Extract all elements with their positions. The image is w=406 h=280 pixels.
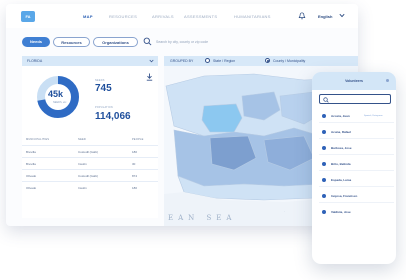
chevron-down-icon <box>149 59 154 63</box>
nav-humanitarians[interactable]: HUMANITARIANS <box>234 14 271 19</box>
search-icon[interactable] <box>143 37 152 46</box>
list-item[interactable]: Brito, Belinda <box>319 160 394 168</box>
cell-need: Custodil (Gabi) <box>78 150 99 154</box>
volunteer-name: Barbosa, Jose <box>331 146 352 150</box>
table-row[interactable]: Brevilla Custodil (Gabi) 180 <box>22 145 158 157</box>
stat-value-population: 114,066 <box>95 111 131 122</box>
language-selector[interactable]: English <box>318 14 332 19</box>
list-item[interactable]: Inojosa, Francisco <box>319 192 394 200</box>
mobile-search-input[interactable] <box>319 94 391 104</box>
volunteer-name: Inojosa, Francisco <box>331 194 358 198</box>
nav-arrivals[interactable]: ARRIVALS <box>152 14 174 19</box>
top-navigation: FA MAP RESOURCES ARRIVALS ASSESSMENTS HU… <box>6 4 358 28</box>
cell-people: 30 <box>132 162 136 166</box>
stat-value-needs: 745 <box>95 83 112 94</box>
status-dot <box>322 210 326 214</box>
nav-assessments[interactable]: ASSESSMENTS <box>184 14 217 19</box>
list-item[interactable]: Valdivia, Jose <box>319 208 394 216</box>
list-item[interactable]: Acosta, Juan Spanish, Portuguese <box>319 112 394 120</box>
radio-state-region[interactable] <box>205 58 210 63</box>
status-dot <box>322 114 326 118</box>
option-state-region[interactable]: State / Region <box>213 56 235 66</box>
status-dot <box>322 194 326 198</box>
volunteer-name: Acuna, Rafael <box>331 130 351 134</box>
table-row[interactable]: Olivado Custodil (Gabi) 874 <box>22 169 158 181</box>
volunteer-name: Espada, Luisa <box>331 178 352 182</box>
status-dot <box>322 162 326 166</box>
list-item[interactable]: Espada, Luisa <box>319 176 394 184</box>
cell-need: Insulin <box>78 186 87 190</box>
col-need[interactable]: NEED <box>78 138 86 141</box>
state-select-value: FLORIDA <box>27 59 43 63</box>
cell-municipality: Brevilla <box>26 162 36 166</box>
donut-sub-label: NEEDS, etc <box>53 101 67 104</box>
volunteer-name: Valdivia, Jose <box>331 210 351 214</box>
menu-icon[interactable] <box>386 79 389 82</box>
group-by-label: GROUPED BY <box>170 59 194 63</box>
table-row[interactable]: Brevilla Insulin 30 <box>22 157 158 169</box>
table-row[interactable]: Olivado Insulin 180 <box>22 181 158 193</box>
pill-resources[interactable]: Resources <box>53 37 90 47</box>
status-dot <box>322 178 326 182</box>
list-item[interactable]: Acuna, Rafael <box>319 128 394 136</box>
status-dot <box>322 146 326 150</box>
donut-value: 45k <box>48 89 64 99</box>
cell-municipality: Brevilla <box>26 150 36 154</box>
nav-map[interactable]: MAP <box>83 14 93 19</box>
pill-needs[interactable]: Needs <box>22 37 50 47</box>
bell-icon[interactable] <box>298 12 306 20</box>
app-logo[interactable]: FA <box>21 11 35 22</box>
dashboard-window: FA MAP RESOURCES ARRIVALS ASSESSMENTS HU… <box>6 4 358 226</box>
cell-need: Custodil (Gabi) <box>78 174 99 178</box>
svg-text:·: · <box>284 209 285 213</box>
volunteer-name: Acosta, Juan <box>331 114 350 118</box>
option-county-municipality[interactable]: County / Municipality <box>273 56 305 66</box>
col-municipalities[interactable]: MUNICIPALITIES <box>26 138 49 141</box>
nav-resources[interactable]: RESOURCES <box>109 14 137 19</box>
cell-municipality: Olivado <box>26 174 37 178</box>
table-header: MUNICIPALITIES NEED PEOPLE <box>22 134 158 144</box>
mobile-app: Volunteers Acosta, Juan Spanish, Portugu… <box>312 72 396 264</box>
sea-label: EAN SEA <box>168 214 237 222</box>
cell-need: Insulin <box>78 162 87 166</box>
summary-panel: FLORIDA 45k NEEDS, etc NEEDS 745 POPULAT… <box>22 56 158 218</box>
chevron-down-icon[interactable] <box>339 13 345 18</box>
list-item[interactable]: Barbosa, Jose <box>319 144 394 152</box>
mobile-title: Volunteers <box>345 79 363 83</box>
search-icon <box>323 96 329 103</box>
cell-municipality: Olivado <box>26 186 37 190</box>
mobile-header: Volunteers <box>312 72 396 90</box>
pill-organizations[interactable]: Organizations <box>93 37 138 47</box>
download-icon[interactable] <box>146 73 153 81</box>
cell-people: 874 <box>132 174 138 178</box>
stat-label-population: POPULATION <box>95 106 113 109</box>
group-by-bar: GROUPED BY State / Region County / Munic… <box>164 56 358 66</box>
stat-label-needs: NEEDS <box>95 79 105 82</box>
col-people[interactable]: PEOPLE <box>132 138 144 141</box>
cell-people: 180 <box>132 186 138 190</box>
radio-county-municipality[interactable] <box>265 58 270 63</box>
volunteer-name: Brito, Belinda <box>331 162 351 166</box>
map-region-highlight[interactable] <box>201 103 243 133</box>
search-input[interactable]: Search by city, county or zip code <box>156 40 208 44</box>
state-select[interactable]: FLORIDA <box>22 56 158 66</box>
volunteer-languages: Spanish, Portuguese <box>364 114 383 117</box>
status-dot <box>322 130 326 134</box>
cell-people: 180 <box>132 150 138 154</box>
